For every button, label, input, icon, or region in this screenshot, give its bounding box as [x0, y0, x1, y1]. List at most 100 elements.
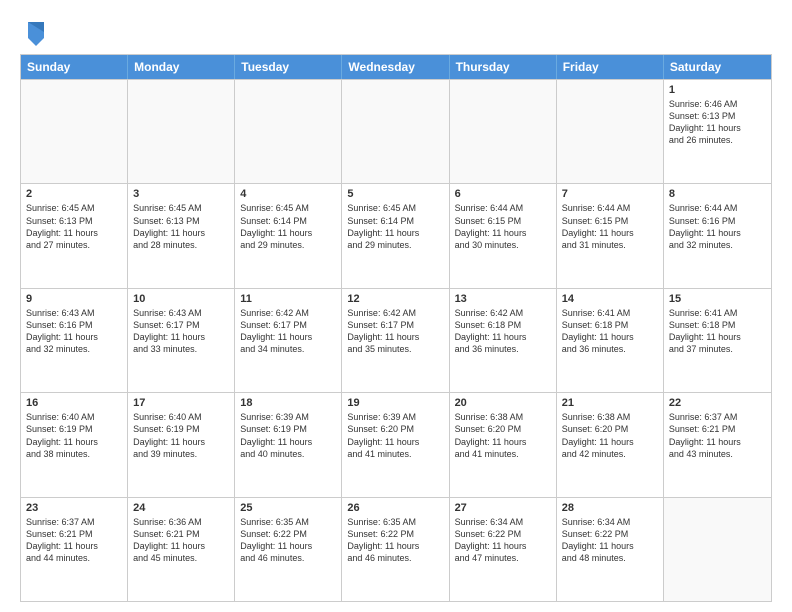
day-info: Sunrise: 6:35 AM Sunset: 6:22 PM Dayligh… [240, 516, 336, 565]
empty-cell [342, 80, 449, 183]
day-info: Sunrise: 6:45 AM Sunset: 6:13 PM Dayligh… [133, 202, 229, 251]
day-cell-2: 2 Sunrise: 6:45 AM Sunset: 6:13 PM Daylig… [21, 184, 128, 287]
day-number: 22 [669, 397, 766, 409]
day-info: Sunrise: 6:39 AM Sunset: 6:20 PM Dayligh… [347, 411, 443, 460]
day-info: Sunrise: 6:43 AM Sunset: 6:17 PM Dayligh… [133, 307, 229, 356]
day-number: 2 [26, 188, 122, 200]
day-info: Sunrise: 6:34 AM Sunset: 6:22 PM Dayligh… [562, 516, 658, 565]
day-cell-9: 9 Sunrise: 6:43 AM Sunset: 6:16 PM Daylig… [21, 289, 128, 392]
day-number: 18 [240, 397, 336, 409]
day-number: 8 [669, 188, 766, 200]
day-number: 23 [26, 502, 122, 514]
day-number: 14 [562, 293, 658, 305]
calendar-body: 1 Sunrise: 6:46 AM Sunset: 6:13 PM Daylig… [21, 79, 771, 601]
day-number: 27 [455, 502, 551, 514]
day-info: Sunrise: 6:38 AM Sunset: 6:20 PM Dayligh… [562, 411, 658, 460]
day-info: Sunrise: 6:46 AM Sunset: 6:13 PM Dayligh… [669, 98, 766, 147]
day-number: 7 [562, 188, 658, 200]
day-number: 4 [240, 188, 336, 200]
day-cell-20: 20Sunrise: 6:38 AM Sunset: 6:20 PM Dayli… [450, 393, 557, 496]
day-info: Sunrise: 6:37 AM Sunset: 6:21 PM Dayligh… [669, 411, 766, 460]
day-number: 10 [133, 293, 229, 305]
day-info: Sunrise: 6:35 AM Sunset: 6:22 PM Dayligh… [347, 516, 443, 565]
day-info: Sunrise: 6:42 AM Sunset: 6:17 PM Dayligh… [347, 307, 443, 356]
header-day-sunday: Sunday [21, 55, 128, 79]
day-info: Sunrise: 6:40 AM Sunset: 6:19 PM Dayligh… [26, 411, 122, 460]
day-number: 21 [562, 397, 658, 409]
day-number: 15 [669, 293, 766, 305]
day-cell-11: 11Sunrise: 6:42 AM Sunset: 6:17 PM Dayli… [235, 289, 342, 392]
day-info: Sunrise: 6:43 AM Sunset: 6:16 PM Dayligh… [26, 307, 122, 356]
header [20, 18, 772, 46]
header-day-friday: Friday [557, 55, 664, 79]
empty-cell [664, 498, 771, 601]
day-info: Sunrise: 6:44 AM Sunset: 6:16 PM Dayligh… [669, 202, 766, 251]
day-cell-14: 14 Sunrise: 6:41 AM Sunset: 6:18 PM Dayli… [557, 289, 664, 392]
day-cell-23: 23 Sunrise: 6:37 AM Sunset: 6:21 PM Dayli… [21, 498, 128, 601]
day-number: 17 [133, 397, 229, 409]
day-cell-15: 15 Sunrise: 6:41 AM Sunset: 6:18 PM Dayli… [664, 289, 771, 392]
day-info: Sunrise: 6:34 AM Sunset: 6:22 PM Dayligh… [455, 516, 551, 565]
day-cell-21: 21 Sunrise: 6:38 AM Sunset: 6:20 PM Dayli… [557, 393, 664, 496]
empty-cell [21, 80, 128, 183]
day-cell-13: 13Sunrise: 6:42 AM Sunset: 6:18 PM Dayli… [450, 289, 557, 392]
day-info: Sunrise: 6:45 AM Sunset: 6:14 PM Dayligh… [240, 202, 336, 251]
day-cell-17: 17 Sunrise: 6:40 AM Sunset: 6:19 PM Dayli… [128, 393, 235, 496]
day-cell-27: 27 Sunrise: 6:34 AM Sunset: 6:22 PM Dayli… [450, 498, 557, 601]
day-number: 28 [562, 502, 658, 514]
empty-cell [557, 80, 664, 183]
day-cell-28: 28 Sunrise: 6:34 AM Sunset: 6:22 PM Dayli… [557, 498, 664, 601]
day-info: Sunrise: 6:41 AM Sunset: 6:18 PM Dayligh… [562, 307, 658, 356]
day-number: 9 [26, 293, 122, 305]
day-info: Sunrise: 6:38 AM Sunset: 6:20 PM Dayligh… [455, 411, 551, 460]
day-cell-25: 25Sunrise: 6:35 AM Sunset: 6:22 PM Dayli… [235, 498, 342, 601]
day-number: 24 [133, 502, 229, 514]
empty-cell [450, 80, 557, 183]
day-info: Sunrise: 6:44 AM Sunset: 6:15 PM Dayligh… [562, 202, 658, 251]
header-day-monday: Monday [128, 55, 235, 79]
calendar-row-3: 16 Sunrise: 6:40 AM Sunset: 6:19 PM Dayli… [21, 392, 771, 496]
day-number: 3 [133, 188, 229, 200]
day-number: 26 [347, 502, 443, 514]
calendar-row-0: 1 Sunrise: 6:46 AM Sunset: 6:13 PM Daylig… [21, 79, 771, 183]
day-info: Sunrise: 6:40 AM Sunset: 6:19 PM Dayligh… [133, 411, 229, 460]
day-number: 12 [347, 293, 443, 305]
day-info: Sunrise: 6:39 AM Sunset: 6:19 PM Dayligh… [240, 411, 336, 460]
day-cell-16: 16 Sunrise: 6:40 AM Sunset: 6:19 PM Dayli… [21, 393, 128, 496]
day-info: Sunrise: 6:45 AM Sunset: 6:13 PM Dayligh… [26, 202, 122, 251]
day-info: Sunrise: 6:41 AM Sunset: 6:18 PM Dayligh… [669, 307, 766, 356]
day-number: 13 [455, 293, 551, 305]
day-info: Sunrise: 6:44 AM Sunset: 6:15 PM Dayligh… [455, 202, 551, 251]
empty-cell [128, 80, 235, 183]
day-number: 16 [26, 397, 122, 409]
calendar: SundayMondayTuesdayWednesdayThursdayFrid… [20, 54, 772, 602]
header-day-wednesday: Wednesday [342, 55, 449, 79]
day-number: 6 [455, 188, 551, 200]
day-info: Sunrise: 6:36 AM Sunset: 6:21 PM Dayligh… [133, 516, 229, 565]
day-cell-6: 6 Sunrise: 6:44 AM Sunset: 6:15 PM Daylig… [450, 184, 557, 287]
page: SundayMondayTuesdayWednesdayThursdayFrid… [0, 0, 792, 612]
day-cell-7: 7 Sunrise: 6:44 AM Sunset: 6:15 PM Daylig… [557, 184, 664, 287]
day-number: 19 [347, 397, 443, 409]
header-day-tuesday: Tuesday [235, 55, 342, 79]
day-info: Sunrise: 6:37 AM Sunset: 6:21 PM Dayligh… [26, 516, 122, 565]
logo-icon [24, 18, 48, 46]
calendar-row-2: 9 Sunrise: 6:43 AM Sunset: 6:16 PM Daylig… [21, 288, 771, 392]
day-number: 11 [240, 293, 336, 305]
header-day-thursday: Thursday [450, 55, 557, 79]
day-cell-24: 24 Sunrise: 6:36 AM Sunset: 6:21 PM Dayli… [128, 498, 235, 601]
day-cell-10: 10 Sunrise: 6:43 AM Sunset: 6:17 PM Dayli… [128, 289, 235, 392]
day-cell-18: 18 Sunrise: 6:39 AM Sunset: 6:19 PM Dayli… [235, 393, 342, 496]
calendar-row-4: 23 Sunrise: 6:37 AM Sunset: 6:21 PM Dayli… [21, 497, 771, 601]
day-cell-19: 19 Sunrise: 6:39 AM Sunset: 6:20 PM Dayli… [342, 393, 449, 496]
day-cell-4: 4 Sunrise: 6:45 AM Sunset: 6:14 PM Daylig… [235, 184, 342, 287]
day-cell-5: 5Sunrise: 6:45 AM Sunset: 6:14 PM Daylig… [342, 184, 449, 287]
day-number: 1 [669, 84, 766, 96]
calendar-row-1: 2 Sunrise: 6:45 AM Sunset: 6:13 PM Daylig… [21, 183, 771, 287]
day-cell-8: 8 Sunrise: 6:44 AM Sunset: 6:16 PM Daylig… [664, 184, 771, 287]
day-cell-26: 26 Sunrise: 6:35 AM Sunset: 6:22 PM Dayli… [342, 498, 449, 601]
calendar-header: SundayMondayTuesdayWednesdayThursdayFrid… [21, 55, 771, 79]
day-cell-22: 22 Sunrise: 6:37 AM Sunset: 6:21 PM Dayli… [664, 393, 771, 496]
empty-cell [235, 80, 342, 183]
day-info: Sunrise: 6:45 AM Sunset: 6:14 PM Dayligh… [347, 202, 443, 251]
